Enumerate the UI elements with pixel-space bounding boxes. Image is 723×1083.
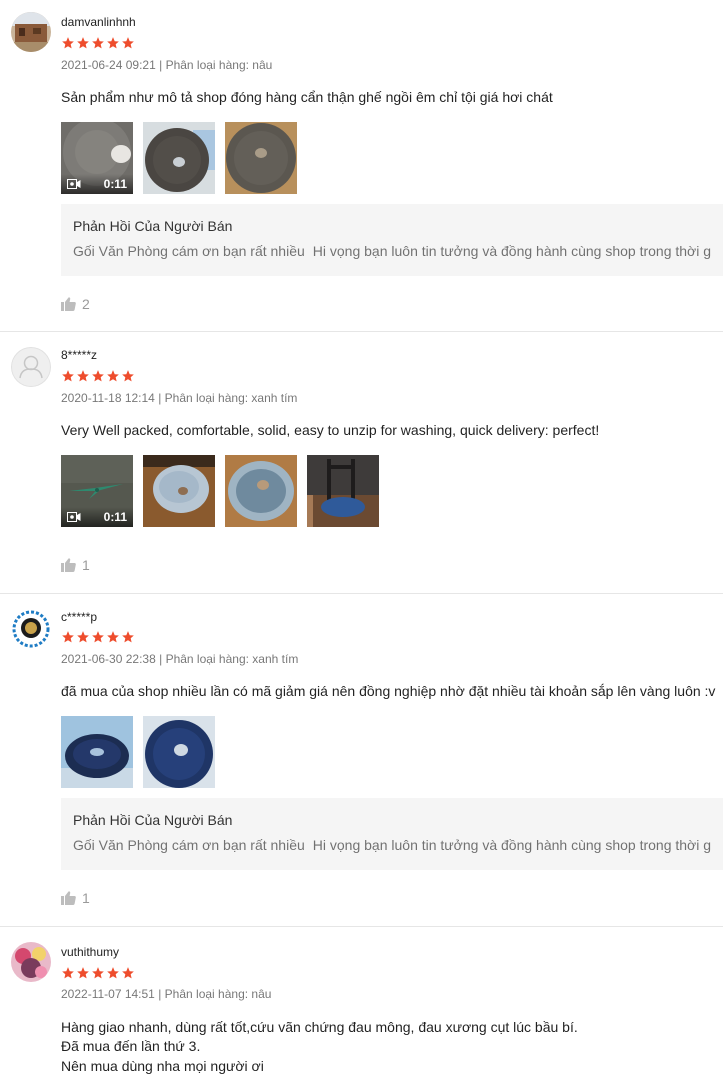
star-icon <box>77 370 89 382</box>
seller-reply: Phản Hồi Của Người Bán Gối Văn Phòng cám… <box>61 204 723 276</box>
media-gallery: 0:11 <box>61 455 379 527</box>
review-meta: 2021-06-24 09:21 | Phân loại hàng: nâu <box>61 58 272 72</box>
rating-stars <box>61 966 135 980</box>
review-divider <box>0 926 723 927</box>
review-photo-thumbnail[interactable] <box>307 455 379 527</box>
review-text: Hàng giao nhanh, dùng rất tốt,cứu vãn ch… <box>61 1019 578 1035</box>
star-icon <box>77 967 89 979</box>
review-text: Nên mua dùng nha mọi người ơi <box>61 1058 264 1074</box>
video-duration: 0:11 <box>103 510 127 524</box>
star-icon <box>107 37 119 49</box>
review-date: 2022-11-07 14:51 <box>61 987 155 1001</box>
rating-stars <box>61 36 135 50</box>
review-divider <box>0 593 723 594</box>
like-count: 1 <box>82 890 90 906</box>
avatar[interactable] <box>11 347 51 387</box>
review-date: 2020-11-18 12:14 <box>61 391 155 405</box>
seller-reply-text-start: Gối Văn Phòng cám ơn bạn rất nhiều <box>73 837 305 853</box>
review-photo-thumbnail[interactable] <box>225 455 297 527</box>
media-gallery <box>61 716 215 788</box>
video-duration: 0:11 <box>103 177 127 191</box>
like-count: 1 <box>82 557 90 573</box>
review-photo-thumbnail[interactable] <box>225 122 297 194</box>
seller-reply-title: Phản Hồi Của Người Bán <box>73 812 233 828</box>
review-video-thumbnail[interactable]: 0:11 <box>61 122 133 194</box>
reviewer-name: damvanlinhnh <box>61 15 136 29</box>
review-meta: 2022-11-07 14:51 | Phân loại hàng: nâu <box>61 987 271 1001</box>
star-icon <box>122 37 134 49</box>
seller-reply-title: Phản Hồi Của Người Bán <box>73 218 233 234</box>
rating-stars <box>61 369 135 383</box>
like-button[interactable]: 1 <box>61 557 90 573</box>
review-text: Đã mua đến lần thứ 3. <box>61 1038 201 1054</box>
seller-reply-text: Gối Văn Phòng cám ơn bạn rất nhiều Hi vọ… <box>73 243 711 259</box>
video-overlay: 0:11 <box>61 507 133 527</box>
star-icon <box>92 967 104 979</box>
star-icon <box>92 370 104 382</box>
star-icon <box>107 967 119 979</box>
avatar[interactable] <box>11 609 51 649</box>
reviewer-name: c*****p <box>61 610 98 624</box>
star-icon <box>92 37 104 49</box>
star-icon <box>107 370 119 382</box>
review-divider <box>0 331 723 332</box>
variant-label: Phân loại hàng: xanh tím <box>165 652 299 666</box>
seller-reply-text-end: Hi vọng bạn luôn tin tưởng và đồng hành … <box>312 837 712 853</box>
like-button[interactable]: 2 <box>61 296 90 312</box>
review-photo-thumbnail[interactable] <box>143 455 215 527</box>
meta-separator: | <box>159 652 163 666</box>
star-icon <box>62 967 74 979</box>
meta-separator: | <box>158 987 162 1001</box>
seller-reply-text-start: Gối Văn Phòng cám ơn bạn rất nhiều <box>73 243 305 259</box>
video-camera-icon <box>67 179 81 189</box>
review-text: Very Well packed, comfortable, solid, ea… <box>61 422 600 438</box>
like-button[interactable]: 1 <box>61 890 90 906</box>
star-icon <box>62 37 74 49</box>
variant-label: Phân loại hàng: nâu <box>164 987 272 1001</box>
review-date: 2021-06-24 09:21 <box>61 58 156 72</box>
star-icon <box>62 631 74 643</box>
star-icon <box>122 370 134 382</box>
review-date: 2021-06-30 22:38 <box>61 652 156 666</box>
seller-reply-text: Gối Văn Phòng cám ơn bạn rất nhiều Hi vọ… <box>73 837 711 853</box>
star-icon <box>92 631 104 643</box>
review-meta: 2020-11-18 12:14 | Phân loại hàng: xanh … <box>61 391 297 405</box>
thumbs-up-icon <box>61 558 76 572</box>
review-text: đã mua của shop nhiều lần có mã giảm giá… <box>61 683 716 699</box>
star-icon <box>107 631 119 643</box>
media-gallery: 0:11 <box>61 122 297 194</box>
thumbs-up-icon <box>61 891 76 905</box>
star-icon <box>77 37 89 49</box>
seller-reply-text-end: Hi vọng bạn luôn tin tưởng và đồng hành … <box>312 243 712 259</box>
avatar[interactable] <box>11 942 51 982</box>
video-overlay: 0:11 <box>61 174 133 194</box>
star-icon <box>77 631 89 643</box>
seller-reply: Phản Hồi Của Người Bán Gối Văn Phòng cám… <box>61 798 723 870</box>
rating-stars <box>61 630 135 644</box>
video-camera-icon <box>67 512 81 522</box>
meta-separator: | <box>159 58 163 72</box>
review-photo-thumbnail[interactable] <box>61 716 133 788</box>
user-silhouette-icon <box>11 347 51 387</box>
reviewer-name: vuthithumy <box>61 945 120 959</box>
star-icon <box>122 631 134 643</box>
thumbs-up-icon <box>61 297 76 311</box>
meta-separator: | <box>158 391 162 405</box>
variant-label: Phân loại hàng: nâu <box>165 58 273 72</box>
review-video-thumbnail[interactable]: 0:11 <box>61 455 133 527</box>
avatar[interactable] <box>11 12 51 52</box>
variant-label: Phân loại hàng: xanh tím <box>164 391 298 405</box>
review-text: Sản phẩm như mô tả shop đóng hàng cẩn th… <box>61 89 553 105</box>
review-photo-thumbnail[interactable] <box>143 122 215 194</box>
like-count: 2 <box>82 296 90 312</box>
star-icon <box>62 370 74 382</box>
review-photo-thumbnail[interactable] <box>143 716 215 788</box>
review-meta: 2021-06-30 22:38 | Phân loại hàng: xanh … <box>61 652 298 666</box>
star-icon <box>122 967 134 979</box>
reviewer-name: 8*****z <box>61 348 98 362</box>
